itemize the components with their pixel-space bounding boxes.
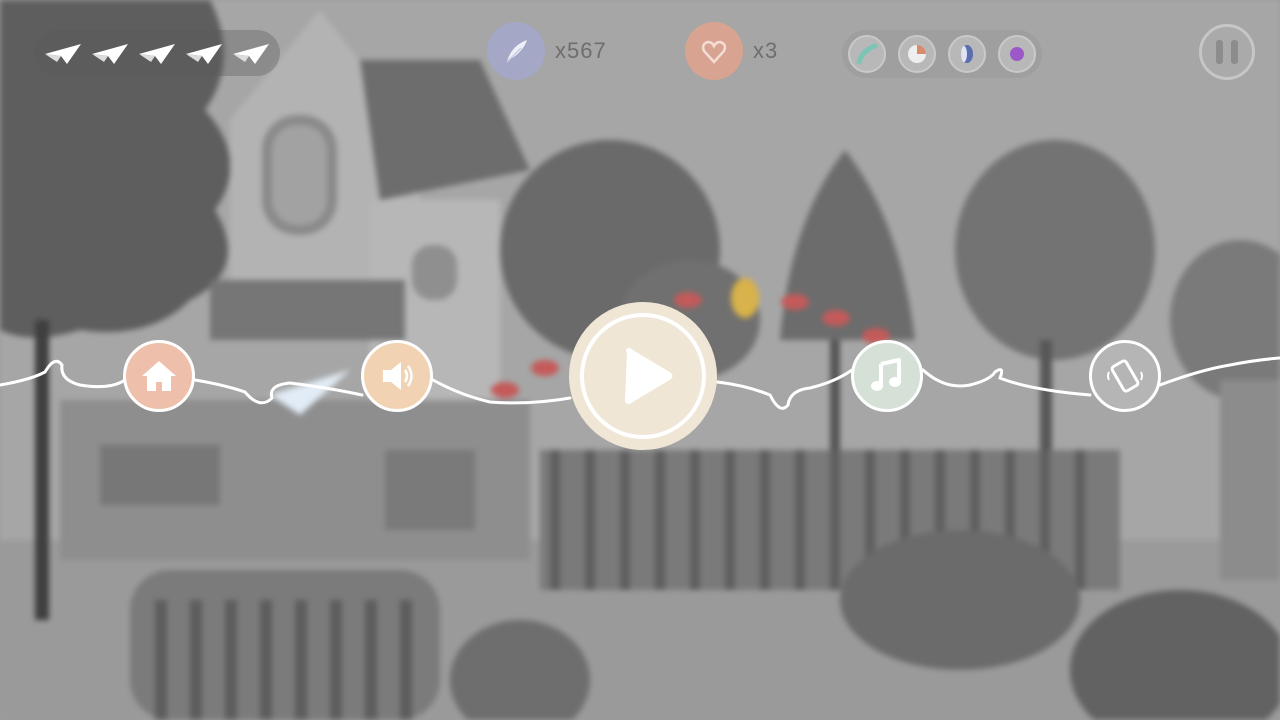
phone-vibrate-icon xyxy=(1107,359,1143,393)
play-button[interactable] xyxy=(569,302,717,450)
pie-chart-icon[interactable] xyxy=(898,35,936,73)
paper-plane-icon xyxy=(232,44,269,64)
lives-count: x3 xyxy=(753,38,779,63)
purple-gem-icon[interactable] xyxy=(998,35,1036,73)
feather-counter: x567 xyxy=(487,22,607,80)
feather-icon xyxy=(487,22,545,80)
moon-icon[interactable] xyxy=(948,35,986,73)
paper-plane-icon xyxy=(138,44,175,64)
pause-icon xyxy=(1216,40,1223,64)
paper-plane-icon xyxy=(45,44,82,64)
lives-counter: x3 xyxy=(685,22,778,80)
sound-toggle-button[interactable] xyxy=(361,340,433,412)
paper-plane-icon xyxy=(185,44,222,64)
home-icon xyxy=(142,361,176,391)
feather-count: x567 xyxy=(555,38,607,63)
music-note-icon xyxy=(871,358,901,391)
swirl-icon[interactable] xyxy=(848,35,886,73)
remaining-planes-bar xyxy=(34,30,280,76)
home-button[interactable] xyxy=(123,340,195,412)
paper-plane-icon xyxy=(92,44,129,64)
powerups-bar xyxy=(842,30,1042,78)
vibration-toggle-button[interactable] xyxy=(1089,340,1161,412)
music-toggle-button[interactable] xyxy=(851,340,923,412)
play-icon xyxy=(625,348,673,404)
pause-button[interactable] xyxy=(1199,24,1255,80)
heart-badge-icon xyxy=(685,22,743,80)
speaker-icon xyxy=(383,362,413,390)
